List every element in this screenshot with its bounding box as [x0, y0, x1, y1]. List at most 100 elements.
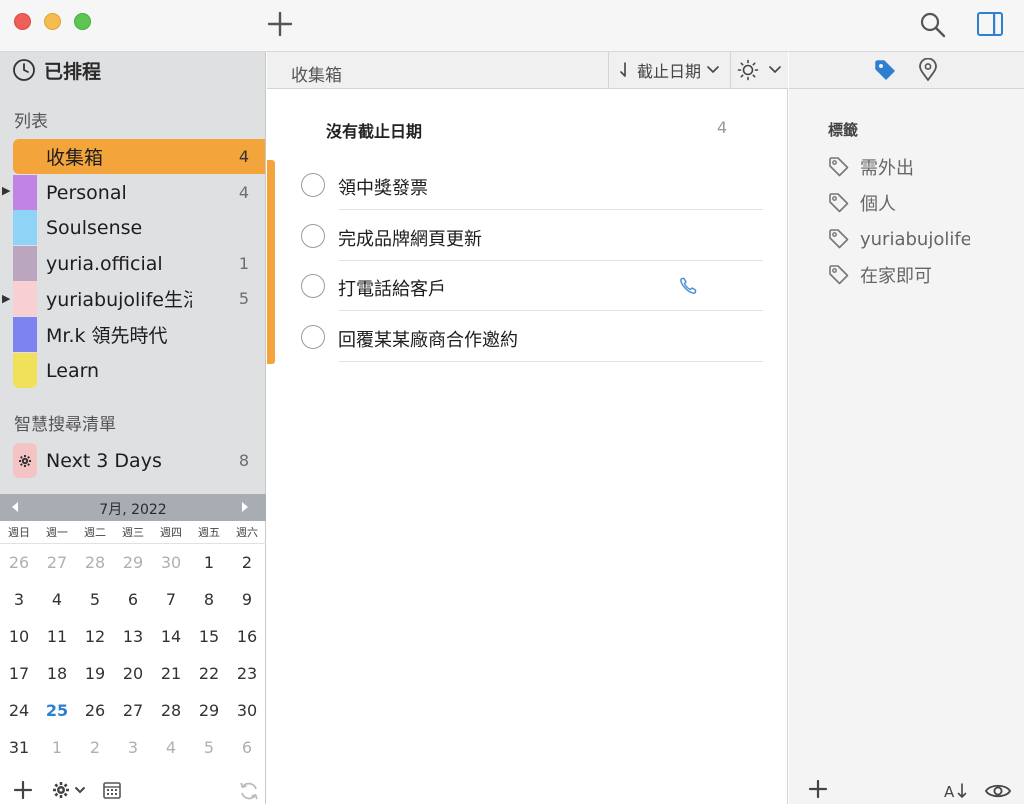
- add-task-icon[interactable]: [266, 10, 294, 38]
- sidebar-item-next-3-days[interactable]: Next 3 Days 8: [13, 443, 265, 478]
- calendar-toggle-icon[interactable]: [103, 780, 121, 800]
- list-count: 8: [238, 451, 249, 470]
- calendar-day[interactable]: 9: [228, 581, 266, 618]
- task-row[interactable]: 領中獎發票: [301, 160, 763, 210]
- task-title[interactable]: 打電話給客戶: [338, 275, 446, 301]
- calendar-day[interactable]: 11: [38, 618, 76, 655]
- tag-filter-icon[interactable]: [873, 58, 897, 82]
- zoom-window-button[interactable]: [74, 13, 91, 30]
- calendar-day[interactable]: 8: [190, 581, 228, 618]
- sidebar-item-mrk[interactable]: Mr.k 領先時代: [13, 317, 265, 352]
- calendar-day[interactable]: 30: [152, 544, 190, 581]
- sort-alphabetical-icon[interactable]: A: [944, 781, 970, 801]
- calendar-day[interactable]: 27: [114, 692, 152, 729]
- calendar-day[interactable]: 28: [152, 692, 190, 729]
- calendar-day[interactable]: 3: [114, 729, 152, 766]
- settings-gear-icon[interactable]: [52, 780, 90, 800]
- list-name: Personal: [46, 181, 127, 204]
- toggle-inspector-icon[interactable]: [976, 10, 1004, 38]
- calendar-day[interactable]: 4: [38, 581, 76, 618]
- eye-icon[interactable]: [984, 781, 1012, 801]
- calendar-day[interactable]: 10: [0, 618, 38, 655]
- sidebar-item-soulsense[interactable]: Soulsense: [13, 210, 265, 245]
- tag-item[interactable]: 在家即可: [828, 261, 1024, 289]
- calendar-day[interactable]: 4: [152, 729, 190, 766]
- calendar-day[interactable]: 3: [0, 581, 38, 618]
- scheduled-item[interactable]: 已排程: [12, 58, 101, 83]
- sort-by-button[interactable]: 截止日期: [608, 52, 730, 88]
- calendar-day[interactable]: 2: [228, 544, 266, 581]
- calendar-day[interactable]: 17: [0, 655, 38, 692]
- close-window-button[interactable]: [14, 13, 31, 30]
- calendar-day[interactable]: 5: [190, 729, 228, 766]
- calendar-day[interactable]: 31: [0, 729, 38, 766]
- calendar-day[interactable]: 13: [114, 618, 152, 655]
- sidebar-item-personal[interactable]: Personal 4: [13, 175, 265, 210]
- task-row[interactable]: 打電話給客戶: [301, 261, 763, 311]
- task-title[interactable]: 回覆某某廠商合作邀約: [338, 326, 518, 352]
- minimize-window-button[interactable]: [44, 13, 61, 30]
- calendar-day[interactable]: 12: [76, 618, 114, 655]
- task-checkbox[interactable]: [301, 224, 325, 248]
- sidebar-item-learn[interactable]: Learn: [13, 353, 265, 388]
- tag-icon: [829, 193, 849, 213]
- calendar-day[interactable]: 27: [38, 544, 76, 581]
- sidebar-item-inbox[interactable]: 收集箱 4: [13, 139, 265, 174]
- task-checkbox[interactable]: [301, 274, 325, 298]
- tag-item[interactable]: 個人: [828, 189, 1024, 217]
- location-pin-icon[interactable]: [917, 58, 939, 82]
- list-color-swatch: [13, 175, 37, 210]
- add-tag-icon[interactable]: [808, 779, 828, 799]
- task-checkbox[interactable]: [301, 173, 325, 197]
- task-list: 沒有截止日期 4 領中獎發票 完成品牌網頁更新 打電話給客戶 回覆某某廠商合作邀…: [267, 89, 788, 804]
- sidebar-item-yuria-official[interactable]: yuria.official 1: [13, 246, 265, 281]
- tag-name: yuriabujolife: [860, 228, 970, 250]
- next-month-icon[interactable]: [238, 500, 252, 514]
- calendar-day[interactable]: 1: [38, 729, 76, 766]
- calendar-day[interactable]: 5: [76, 581, 114, 618]
- calendar-day[interactable]: 7: [152, 581, 190, 618]
- phone-icon[interactable]: [678, 276, 698, 296]
- calendar-day[interactable]: 23: [228, 655, 266, 692]
- calendar-day[interactable]: 24: [0, 692, 38, 729]
- sidebar-footer: [0, 776, 266, 804]
- calendar-day[interactable]: 1: [190, 544, 228, 581]
- calendar-day[interactable]: 15: [190, 618, 228, 655]
- calendar-day[interactable]: 26: [76, 692, 114, 729]
- calendar-day[interactable]: 6: [228, 729, 266, 766]
- sync-icon[interactable]: [238, 780, 260, 802]
- calendar-day[interactable]: 18: [38, 655, 76, 692]
- tag-item[interactable]: yuriabujolife: [828, 225, 1024, 253]
- calendar-week: 17 18 19 20 21 22 23: [0, 655, 266, 692]
- calendar-day-today[interactable]: 25: [38, 692, 76, 729]
- smart-list-swatch: [13, 443, 37, 478]
- calendar-week: 31 1 2 3 4 5 6: [0, 729, 266, 766]
- task-title[interactable]: 領中獎發票: [338, 174, 428, 200]
- disclosure-arrow-icon[interactable]: ▶: [2, 292, 10, 305]
- calendar-day[interactable]: 16: [228, 618, 266, 655]
- disclosure-arrow-icon[interactable]: ▶: [2, 184, 10, 197]
- calendar-day[interactable]: 14: [152, 618, 190, 655]
- calendar-day[interactable]: 20: [114, 655, 152, 692]
- view-options-button[interactable]: [730, 52, 788, 88]
- task-title[interactable]: 完成品牌網頁更新: [338, 225, 482, 251]
- calendar-day[interactable]: 21: [152, 655, 190, 692]
- calendar-day[interactable]: 26: [0, 544, 38, 581]
- calendar-day[interactable]: 29: [114, 544, 152, 581]
- sidebar-item-yuriabujolife[interactable]: yuriabujolife生活 5: [13, 281, 265, 316]
- add-list-icon[interactable]: [13, 780, 33, 800]
- calendar-day[interactable]: 28: [76, 544, 114, 581]
- calendar-day[interactable]: 2: [76, 729, 114, 766]
- calendar-day[interactable]: 29: [190, 692, 228, 729]
- task-checkbox[interactable]: [301, 325, 325, 349]
- task-row[interactable]: 回覆某某廠商合作邀約: [301, 312, 763, 362]
- search-icon[interactable]: [918, 10, 948, 40]
- calendar-day[interactable]: 22: [190, 655, 228, 692]
- calendar-day[interactable]: 6: [114, 581, 152, 618]
- list-color-swatch: [13, 317, 37, 352]
- calendar-day[interactable]: 30: [228, 692, 266, 729]
- task-row[interactable]: 完成品牌網頁更新: [301, 211, 763, 261]
- calendar-day[interactable]: 19: [76, 655, 114, 692]
- lists-header: 列表: [14, 112, 48, 132]
- tag-item[interactable]: 需外出: [828, 153, 1024, 181]
